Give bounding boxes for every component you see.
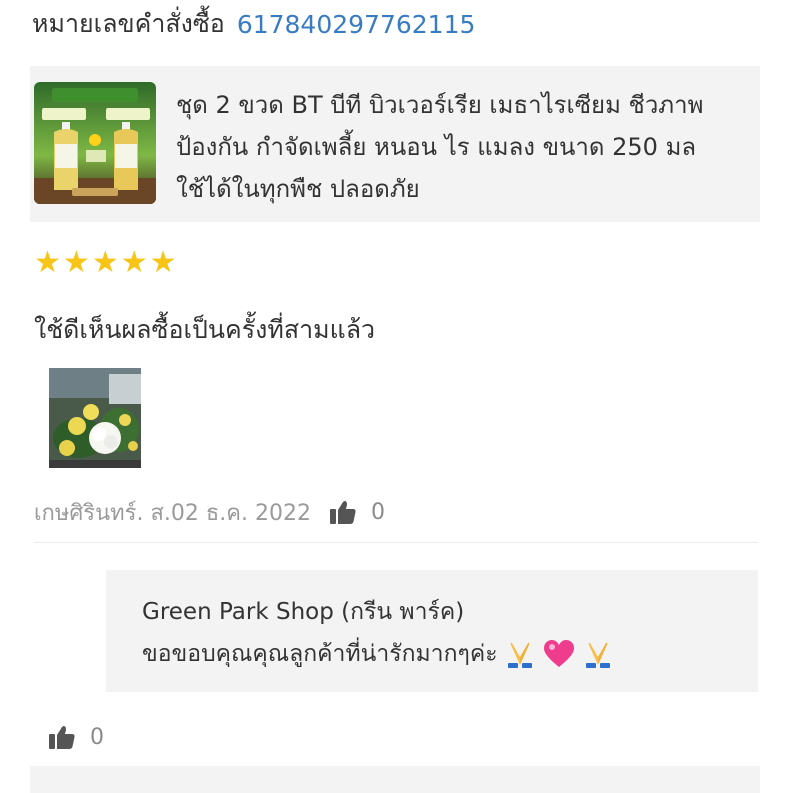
star-icon: ★ — [149, 245, 177, 280]
review-author-date: เกษศิรินทร์. ส.02 ธ.ค. 2022 — [34, 500, 311, 526]
order-number-row: หมายเลขคำสั่งซื้อ 617840297762115 — [32, 4, 475, 44]
thumbs-up-icon — [49, 726, 75, 749]
like-button[interactable]: 0 — [329, 499, 385, 525]
thumbs-up-icon — [330, 501, 356, 524]
order-number-label: หมายเลขคำสั่งซื้อ — [32, 9, 225, 38]
product-title: ชุด 2 ขวด BT บีที บิวเวอร์เรีย เมธาไรเซี… — [176, 91, 704, 203]
star-icon: ★ — [34, 245, 61, 280]
next-card-edge — [30, 766, 760, 793]
review-text: ใช้ดีเห็นผลซื้อเป็นครั้งที่สามแล้ว — [34, 315, 376, 344]
reply-like-row: 0 — [48, 720, 104, 754]
folded-hands-icon — [582, 639, 614, 669]
product-thumbnail[interactable] — [34, 82, 156, 204]
pink-heart-icon — [542, 639, 576, 669]
star-icon: ★ — [62, 245, 90, 280]
star-icon: ★ — [91, 245, 119, 280]
review-meta: เกษศิรินทร์. ส.02 ธ.ค. 2022 0 — [34, 494, 385, 530]
product-bottles-image — [34, 82, 156, 204]
like-count: 0 — [371, 499, 385, 525]
folded-hands-icon — [504, 639, 536, 669]
order-number-link[interactable]: 617840297762115 — [237, 10, 476, 39]
flower-photo — [49, 368, 141, 468]
reply-message: ขอขอบคุณคุณลูกค้าที่น่ารักมากๆค่ะ — [142, 636, 614, 672]
reply-text: ขอขอบคุณคุณลูกค้าที่น่ารักมากๆค่ะ — [142, 641, 498, 667]
reply-like-count: 0 — [90, 724, 104, 750]
product-card[interactable]: ชุด 2 ขวด BT บีที บิวเวอร์เรีย เมธาไรเซี… — [30, 66, 760, 222]
star-rating: ★ ★ ★ ★ ★ — [34, 246, 177, 280]
star-icon: ★ — [120, 245, 148, 280]
review-photo[interactable] — [49, 368, 141, 468]
divider — [34, 542, 758, 543]
reply-like-button[interactable]: 0 — [48, 724, 104, 750]
seller-reply: Green Park Shop (กรีน พาร์ค) ขอขอบคุณคุณ… — [106, 570, 758, 692]
reply-shop-name: Green Park Shop (กรีน พาร์ค) — [142, 599, 465, 625]
